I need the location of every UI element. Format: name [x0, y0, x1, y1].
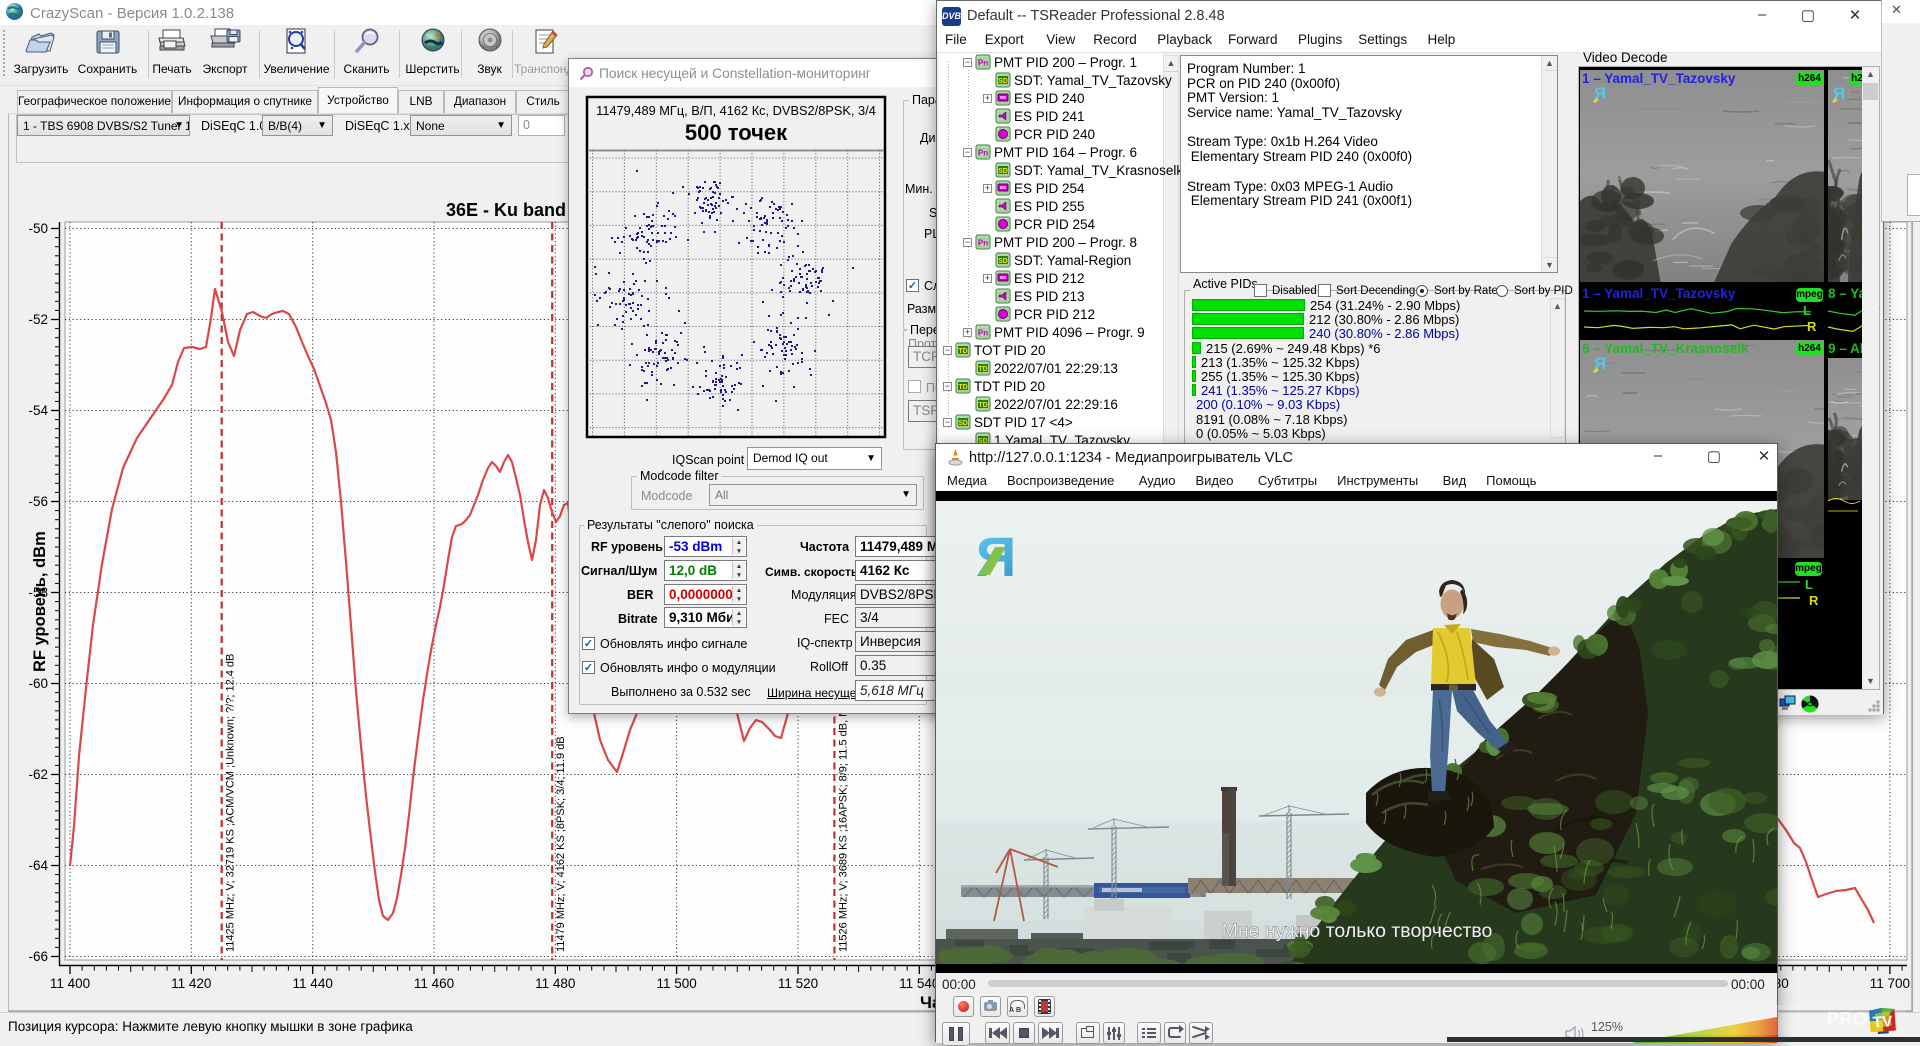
svg-text:-64: -64 [28, 858, 48, 873]
svg-text:11 700: 11 700 [1870, 976, 1910, 991]
svg-text:11425 MHz; V; 32719 KS ;ACM/VC: 11425 MHz; V; 32719 KS ;ACM/VCM ;Unknown… [225, 654, 237, 952]
svg-text:11 520: 11 520 [778, 976, 818, 991]
svg-text:11 460: 11 460 [414, 976, 454, 991]
svg-text:11 440: 11 440 [293, 976, 333, 991]
svg-text:-54: -54 [28, 403, 48, 418]
svg-text:11479,489 МГц, В/П, 4162 Кс, D: 11479,489 МГц, В/П, 4162 Кс, DVBS2/8PSK,… [596, 103, 876, 118]
svg-text:500 точек: 500 точек [685, 120, 788, 145]
svg-text:11479 MHz; V; 4162 KS ;8PSK; 3: 11479 MHz; V; 4162 KS ;8PSK; 3/4; 11.9 d… [555, 736, 567, 952]
svg-text:-56: -56 [28, 494, 48, 509]
svg-text:RF уровень, dBm: RF уровень, dBm [31, 531, 49, 672]
svg-text:-62: -62 [28, 767, 48, 782]
svg-text:11 540: 11 540 [899, 976, 939, 991]
svg-text:11 400: 11 400 [50, 976, 90, 991]
svg-text:TV: TV [1872, 1013, 1894, 1031]
svg-text:11 480: 11 480 [535, 976, 575, 991]
svg-text:11 420: 11 420 [171, 976, 211, 991]
svg-text:-52: -52 [28, 312, 48, 327]
svg-text:-60: -60 [28, 676, 48, 691]
svg-text:11 500: 11 500 [656, 976, 696, 991]
svg-text:-66: -66 [28, 949, 48, 964]
svg-text:-50: -50 [28, 221, 48, 236]
svg-text:36E - Ku band: 36E - Ku band [446, 200, 566, 220]
svg-text:Мне нужно только творчество: Мне нужно только творчество [1222, 920, 1493, 942]
